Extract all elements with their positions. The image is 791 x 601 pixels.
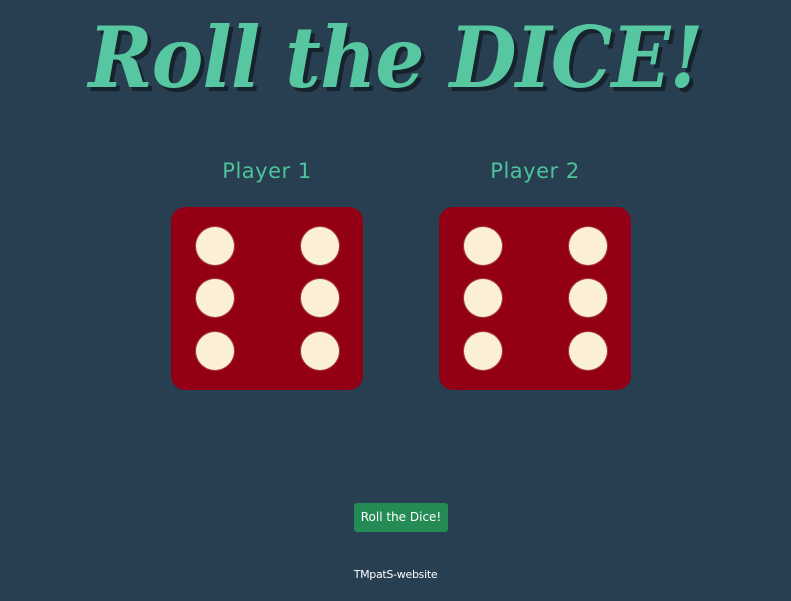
die-pip [464,227,502,265]
roll-dice-button[interactable]: Roll the Dice! [354,503,448,532]
die-pip [301,332,339,370]
die-pip [464,279,502,317]
player-1-die [171,207,363,390]
player-1-panel: Player 1 [171,150,363,390]
die-pip [569,279,607,317]
footer-text: TMpatS-website [353,568,438,581]
die-pip [464,332,502,370]
player-2-panel: Player 2 [439,150,631,390]
page-title: Roll the DICE! [88,8,704,107]
player-2-label: Player 2 [490,159,580,183]
player-1-label: Player 1 [222,159,312,183]
die-pip [301,279,339,317]
player-2-die [439,207,631,390]
die-pip [301,227,339,265]
die-pip [569,332,607,370]
die-pip [196,332,234,370]
die-pip [569,227,607,265]
die-pip [196,279,234,317]
die-pip [196,227,234,265]
